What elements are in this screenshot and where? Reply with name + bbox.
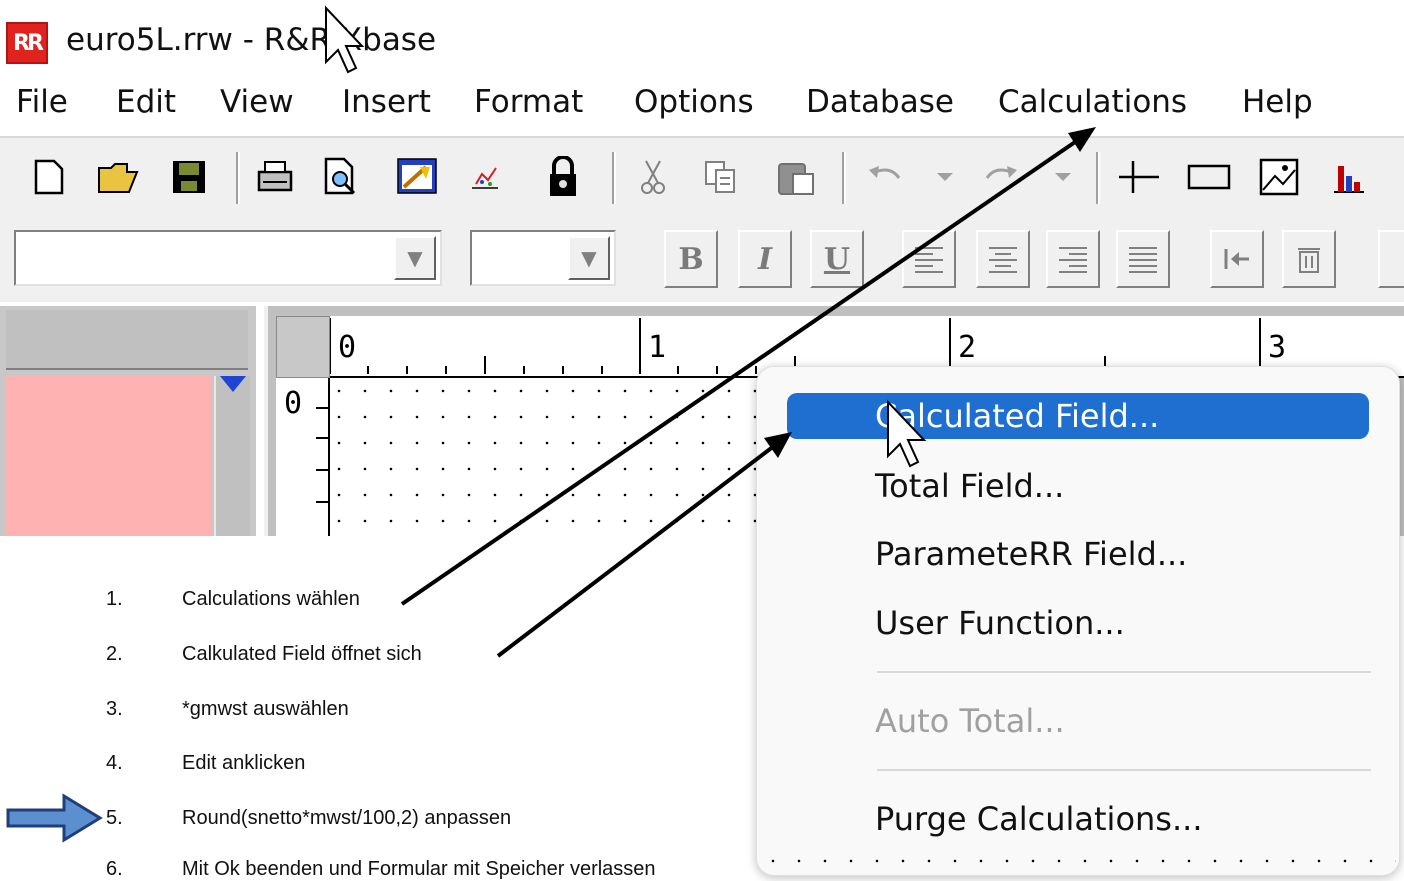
field-panel-header	[6, 310, 248, 370]
step-number: 1.	[106, 588, 123, 610]
underline-button[interactable]: U	[810, 230, 864, 288]
band-marker-icon[interactable]	[220, 376, 246, 392]
picture-icon[interactable]	[1256, 152, 1302, 202]
new-document-icon[interactable]	[26, 152, 72, 202]
redo-icon[interactable]	[978, 152, 1024, 202]
menu-item-user-function[interactable]: User Function...	[787, 600, 1367, 646]
step-number: 6.	[106, 858, 123, 880]
menu-format[interactable]: Format	[474, 84, 583, 120]
menu-help[interactable]: Help	[1242, 84, 1313, 120]
menu-edit[interactable]: Edit	[116, 84, 176, 120]
menu-item-label: Purge Calculations...	[875, 800, 1203, 838]
menu-item-total-field[interactable]: Total Field...	[787, 463, 1367, 509]
menu-separator	[877, 769, 1371, 771]
indent-left-button[interactable]	[1210, 230, 1264, 288]
rectangle-tool-icon[interactable]	[1186, 152, 1232, 202]
canvas-dots-bottom	[760, 852, 1396, 872]
menu-calculations[interactable]: Calculations	[998, 84, 1187, 120]
align-left-icon	[915, 247, 943, 273]
save-disk-icon[interactable]	[166, 152, 212, 202]
align-right-icon	[1059, 247, 1087, 273]
trash-icon	[1298, 248, 1320, 273]
font-size-dropdown-icon[interactable]: ▼	[568, 236, 610, 280]
step-text: *gmwst auswählen	[182, 698, 349, 720]
step-number: 5.	[106, 807, 123, 829]
ruler-label: 0	[338, 330, 357, 365]
menu-options[interactable]: Options	[634, 84, 754, 120]
menu-item-calculated-field[interactable]: Calculated Field...	[787, 393, 1369, 439]
chart-icon[interactable]	[462, 152, 508, 202]
font-size-combo[interactable]: ▼	[470, 230, 616, 286]
step-text: Round(snetto*mwst/100,2) anpassen	[182, 807, 512, 829]
justify-button[interactable]	[1116, 230, 1170, 288]
menu-item-label: Calculated Field...	[875, 397, 1160, 435]
align-center-icon	[989, 247, 1017, 273]
italic-button[interactable]: I	[738, 230, 792, 288]
toolbar-separator	[1096, 152, 1100, 204]
delete-button[interactable]	[1282, 230, 1336, 288]
font-name-combo[interactable]: ▼	[14, 230, 442, 286]
band-scrollbar[interactable]	[214, 376, 250, 536]
menu-separator	[877, 671, 1371, 673]
print-icon[interactable]	[252, 152, 298, 202]
undo-dropdown-icon[interactable]	[926, 152, 964, 202]
callout-arrow-icon	[6, 793, 103, 843]
print-preview-icon[interactable]	[318, 152, 364, 202]
step-text: Calculations wählen	[182, 588, 360, 610]
font-name-dropdown-icon[interactable]: ▼	[394, 236, 436, 280]
app-logo-icon[interactable]: RR	[6, 22, 48, 64]
toolbar2-more-button[interactable]	[1378, 230, 1404, 288]
step-text: Calkulated Field öffnet sich	[182, 643, 422, 665]
ruler-label: 2	[958, 330, 977, 365]
ruler-label: 1	[648, 330, 667, 365]
align-right-button[interactable]	[1046, 230, 1100, 288]
step-number: 2.	[106, 643, 123, 665]
toolbar-separator	[612, 152, 616, 204]
report-wizard-icon[interactable]	[394, 152, 440, 202]
toolbar-separator	[236, 152, 240, 204]
menu-item-label: User Function...	[875, 604, 1125, 642]
menu-item-label: Total Field...	[875, 467, 1065, 505]
line-tool-icon[interactable]	[1116, 152, 1162, 202]
indent-left-icon	[1224, 249, 1249, 269]
align-left-button[interactable]	[902, 230, 956, 288]
menu-item-purge-calculations[interactable]: Purge Calculations...	[787, 796, 1367, 842]
align-center-button[interactable]	[976, 230, 1030, 288]
ruler-label: 3	[1268, 330, 1287, 365]
paste-icon[interactable]	[774, 152, 820, 202]
standard-toolbar	[0, 136, 1404, 216]
toolbar-separator	[842, 152, 846, 204]
menu-database[interactable]: Database	[806, 84, 954, 120]
redo-dropdown-icon[interactable]	[1044, 152, 1082, 202]
bar-chart-icon[interactable]	[1326, 152, 1372, 202]
report-canvas[interactable]	[330, 378, 780, 536]
menu-insert[interactable]: Insert	[342, 84, 431, 120]
copy-icon[interactable]	[698, 152, 744, 202]
vertical-ruler: 0	[276, 378, 330, 536]
justify-icon	[1129, 247, 1157, 273]
band-area[interactable]	[6, 376, 212, 536]
step-text: Edit anklicken	[182, 752, 306, 774]
step-text: Mit Ok beenden und Formular mit Speicher…	[182, 858, 656, 880]
menu-item-parameterr-field[interactable]: ParameteRR Field...	[787, 531, 1367, 577]
step-number: 3.	[106, 698, 123, 720]
undo-icon[interactable]	[862, 152, 908, 202]
menu-item-auto-total: Auto Total...	[787, 698, 1367, 744]
format-toolbar: ▼ ▼ B I U	[0, 216, 1404, 302]
open-folder-icon[interactable]	[96, 152, 142, 202]
cut-icon[interactable]	[630, 152, 676, 202]
vruler-label: 0	[284, 386, 303, 421]
calculations-menu: Calculated Field... Total Field... Param…	[756, 366, 1400, 876]
menu-view[interactable]: View	[220, 84, 294, 120]
step-number: 4.	[106, 752, 123, 774]
menu-bar: File Edit View Insert Format Options Dat…	[0, 84, 1404, 132]
bold-button[interactable]: B	[664, 230, 718, 288]
ruler-corner	[276, 316, 330, 378]
menu-item-label: ParameteRR Field...	[875, 535, 1188, 573]
menu-item-label: Auto Total...	[875, 702, 1065, 740]
window-title: euro5L.rrw - R&R Xbase	[66, 22, 437, 58]
lock-icon[interactable]	[540, 152, 586, 202]
menu-file[interactable]: File	[16, 84, 68, 120]
